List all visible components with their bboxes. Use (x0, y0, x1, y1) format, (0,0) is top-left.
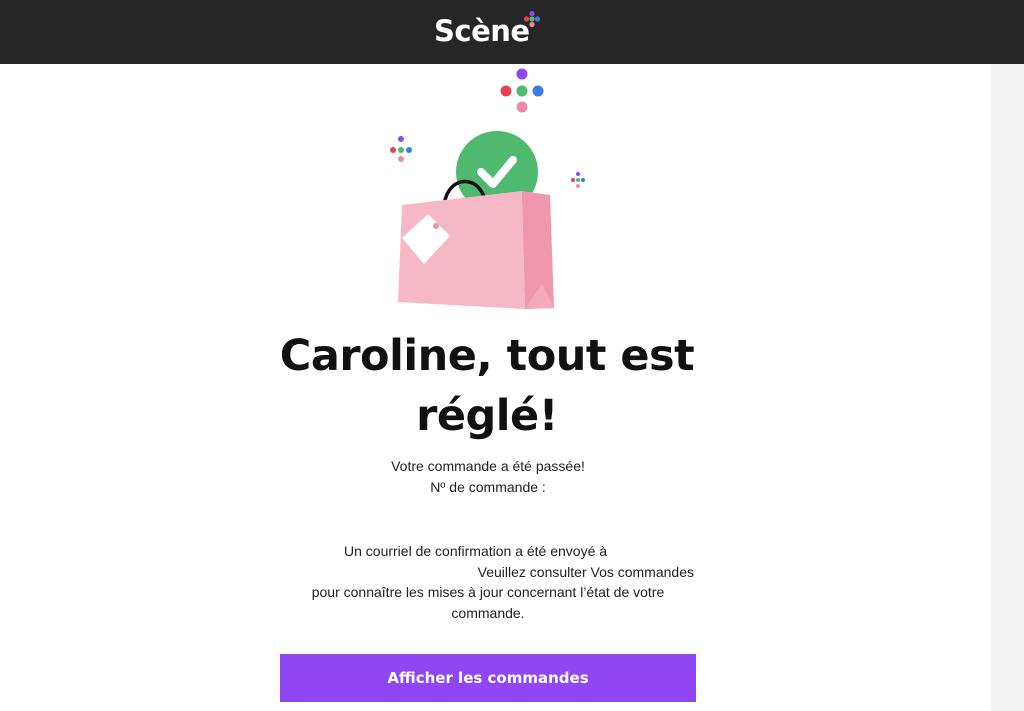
order-placed-text: Votre commande a été passée! (391, 458, 585, 474)
confirmation-message: Un courriel de confirmation a été envoyé… (282, 541, 694, 623)
view-orders-button[interactable]: Afficher les commandes (280, 654, 696, 702)
dots-cluster-top (500, 68, 544, 113)
order-summary: Votre commande a été passée! Nº de comma… (300, 456, 676, 498)
top-bar: Scène (0, 0, 1024, 64)
scrollbar-track[interactable] (991, 64, 1024, 711)
confirmation-line-4: commande. (451, 604, 525, 621)
confirmation-line-2: Veuillez consulter Vos commandes (477, 563, 694, 580)
dots-cluster-right (571, 172, 585, 188)
title-line-2: réglé! (416, 391, 558, 441)
page-title: Caroline, tout est réglé! (262, 326, 712, 446)
logo-wordmark: Scène (434, 14, 530, 48)
logo-dots-icon (523, 10, 541, 28)
shopping-bag-checkmark-icon (390, 68, 585, 309)
confirmation-line-3: pour connaître les mises à jour concerna… (311, 584, 665, 600)
order-number-label: Nº de commande : (430, 479, 546, 495)
confirmation-line-1: Un courriel de confirmation a été envoyé… (344, 543, 608, 559)
title-line-1: Caroline, tout est (279, 331, 695, 381)
dots-cluster-left (390, 136, 412, 162)
